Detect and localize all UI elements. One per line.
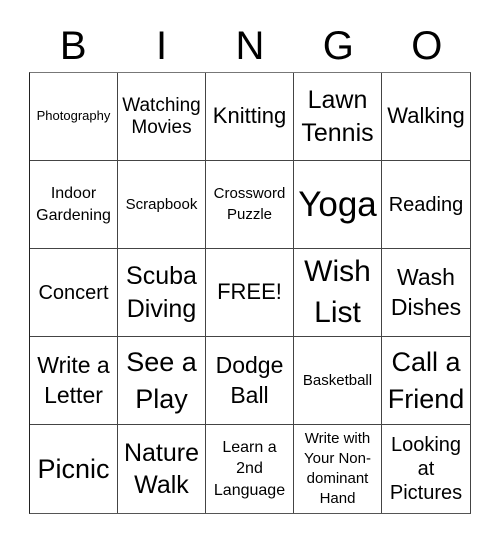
bingo-cell: Lawn Tennis [294, 73, 382, 161]
bingo-cell: Scuba Diving [118, 249, 206, 337]
bingo-cell: Knitting [206, 73, 294, 161]
bingo-cell: Call a Friend [382, 337, 470, 425]
bingo-cell: Indoor Gardening [30, 161, 118, 249]
bingo-cell: Basketball [294, 337, 382, 425]
bingo-cell: Wish List [294, 249, 382, 337]
bingo-cell: Scrapbook [118, 161, 206, 249]
bingo-cell: Dodge Ball [206, 337, 294, 425]
bingo-cell: Photography [30, 73, 118, 161]
bingo-cell: Nature Walk [118, 425, 206, 513]
free-space: FREE! [206, 249, 294, 337]
bingo-cell: Learn a 2nd Language [206, 425, 294, 513]
bingo-cell: See a Play [118, 337, 206, 425]
bingo-cell: Picnic [30, 425, 118, 513]
bingo-grid: Photography Watching Movies Knitting Law… [29, 72, 471, 514]
header-letter-i: I [156, 24, 168, 68]
bingo-cell: Reading [382, 161, 470, 249]
bingo-cell: Write with Your Non-dominant Hand [294, 425, 382, 513]
bingo-cell: Crossword Puzzle [206, 161, 294, 249]
bingo-cell: Watching Movies [118, 73, 206, 161]
bingo-cell: Walking [382, 73, 470, 161]
bingo-cell: Wash Dishes [382, 249, 470, 337]
header-letter-o: O [411, 24, 443, 68]
header-letter-n: N [235, 24, 265, 68]
bingo-cell: Yoga [294, 161, 382, 249]
header-letter-b: B [59, 24, 87, 68]
bingo-cell: Looking at Pictures [389, 434, 463, 504]
bingo-cell: Write a Letter [30, 337, 118, 425]
header-letter-g: G [322, 24, 354, 68]
bingo-header: B I N G O [29, 20, 471, 72]
bingo-cell: Concert [30, 249, 118, 337]
